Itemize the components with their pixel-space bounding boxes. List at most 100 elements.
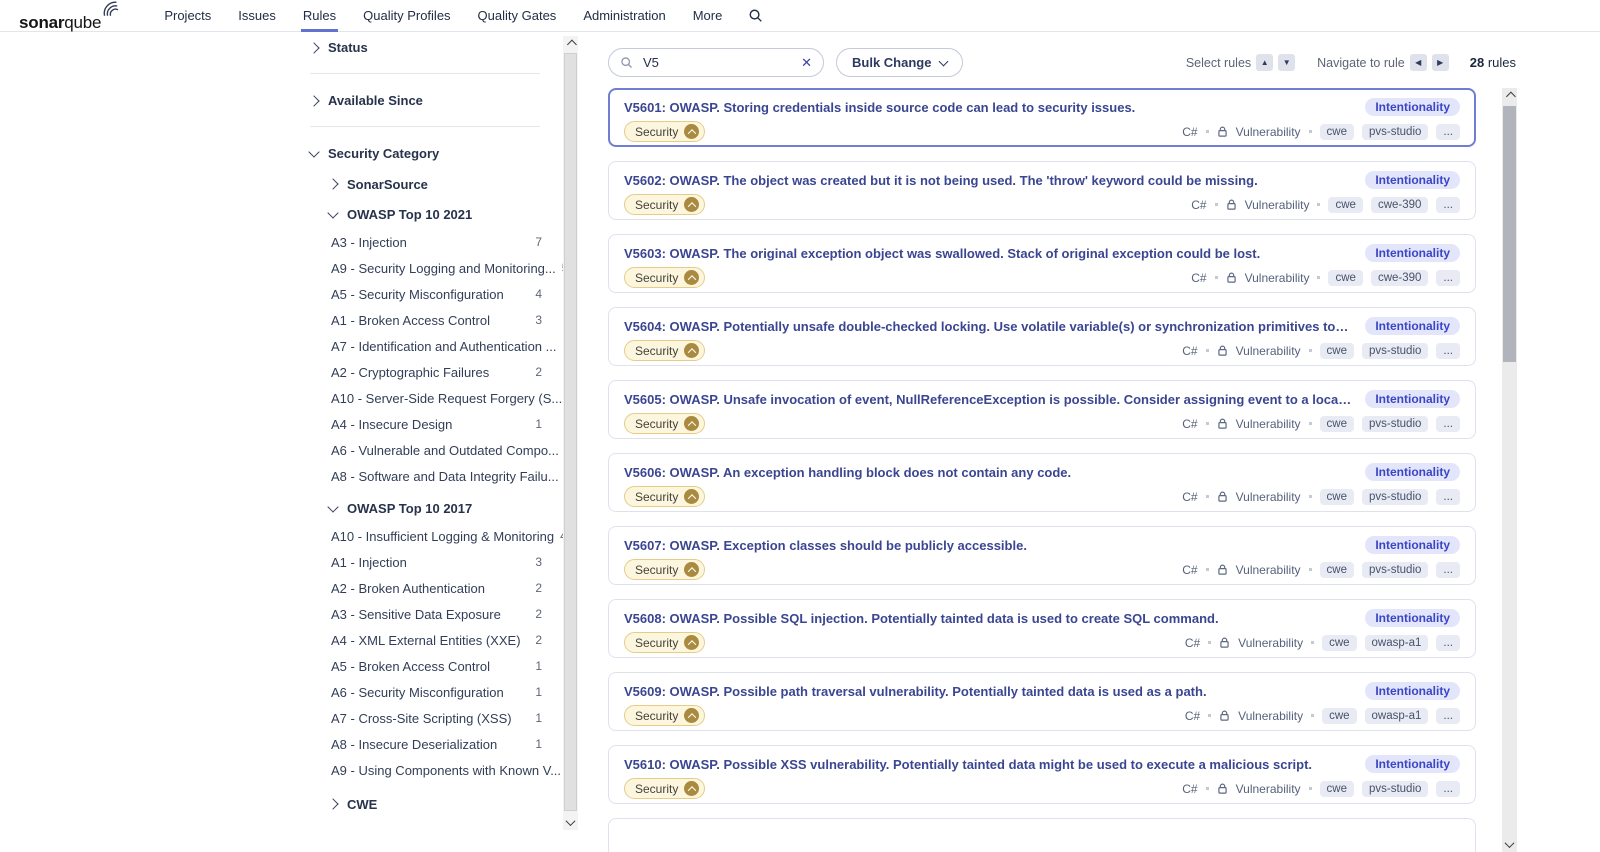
rule-title-link[interactable]: V5610: OWASP. Possible XSS vulnerability… — [624, 757, 1312, 772]
facet-value-a1-broken-access-control[interactable]: A1 - Broken Access Control 3 — [310, 307, 550, 333]
bulk-change-button[interactable]: Bulk Change — [836, 48, 964, 77]
rule-tag[interactable]: cwe — [1319, 123, 1354, 140]
facet-status[interactable]: Status — [308, 34, 550, 61]
rule-card[interactable]: V5610: OWASP. Possible XSS vulnerability… — [608, 745, 1476, 804]
rule-card[interactable]: V5603: OWASP. The original exception obj… — [608, 234, 1476, 293]
facet-available-since[interactable]: Available Since — [308, 87, 550, 114]
facet-value-a2-broken-authentication[interactable]: A2 - Broken Authentication 2 — [310, 575, 550, 601]
facet-value-a6-vulnerable-and-outdated-compo[interactable]: A6 - Vulnerable and Outdated Compo...1 — [310, 437, 572, 463]
facet-owasp-top-10-2017[interactable]: OWASP Top 10 2017 — [310, 493, 550, 523]
rule-tag[interactable]: cwe — [1322, 634, 1357, 651]
facet-value-a9-security-logging-and-monitoring[interactable]: A9 - Security Logging and Monitoring...5 — [310, 255, 568, 281]
facet-value-a7-identification-and-authentication[interactable]: A7 - Identification and Authentication .… — [310, 333, 569, 359]
rule-title-link[interactable]: V5604: OWASP. Potentially unsafe double-… — [624, 319, 1351, 334]
rules-search-box[interactable]: ✕ — [608, 48, 824, 77]
rule-title-link[interactable]: V5606: OWASP. An exception handling bloc… — [624, 465, 1071, 480]
select-previous-button[interactable]: ▲ — [1256, 54, 1274, 71]
sidebar-scrollbar-thumb[interactable] — [564, 53, 577, 811]
rule-tag[interactable]: cwe — [1322, 707, 1357, 724]
rule-tag[interactable]: pvs-studio — [1361, 488, 1429, 505]
rule-tag[interactable]: cwe — [1328, 196, 1363, 213]
rule-title-link[interactable]: V5609: OWASP. Possible path traversal vu… — [624, 684, 1207, 699]
rule-title-link[interactable]: V5607: OWASP. Exception classes should b… — [624, 538, 1027, 553]
rule-tag[interactable]: pvs-studio — [1361, 415, 1429, 432]
more-tags-button[interactable]: ... — [1436, 780, 1460, 797]
nav-item-quality-profiles[interactable]: Quality Profiles — [363, 0, 450, 31]
rule-tag[interactable]: cwe-390 — [1370, 196, 1429, 213]
rule-tag[interactable]: pvs-studio — [1361, 342, 1429, 359]
rule-title-link[interactable]: V5605: OWASP. Unsafe invocation of event… — [624, 392, 1351, 407]
rule-tag[interactable]: cwe — [1319, 342, 1354, 359]
scroll-up-icon[interactable] — [563, 36, 578, 52]
more-tags-button[interactable]: ... — [1436, 488, 1460, 505]
facet-owasp-top-10-2021[interactable]: OWASP Top 10 2021 — [310, 199, 550, 229]
facet-value-a8-insecure-deserialization[interactable]: A8 - Insecure Deserialization 1 — [310, 731, 550, 757]
rule-title-link[interactable]: V5602: OWASP. The object was created but… — [624, 173, 1258, 188]
navigate-next-button[interactable]: ▶ — [1431, 54, 1449, 71]
select-next-button[interactable]: ▼ — [1278, 54, 1296, 71]
sidebar-scrollbar[interactable] — [563, 36, 578, 830]
scroll-up-icon[interactable] — [1502, 88, 1517, 104]
nav-item-more[interactable]: More — [693, 0, 723, 31]
facet-value-a6-security-misconfiguration[interactable]: A6 - Security Misconfiguration 1 — [310, 679, 550, 705]
facet-value-a4-xml-external-entities-xxe[interactable]: A4 - XML External Entities (XXE) 2 — [310, 627, 550, 653]
rule-tag[interactable]: owasp-a1 — [1364, 634, 1429, 651]
clear-search-icon[interactable]: ✕ — [801, 56, 812, 69]
rule-tag[interactable]: cwe — [1328, 269, 1363, 286]
rule-card[interactable]: V5601: OWASP. Storing credentials inside… — [608, 88, 1476, 147]
more-tags-button[interactable]: ... — [1436, 342, 1460, 359]
rule-title-link[interactable]: V5603: OWASP. The original exception obj… — [624, 246, 1260, 261]
nav-item-rules[interactable]: Rules — [300, 0, 339, 32]
more-tags-button[interactable]: ... — [1436, 123, 1460, 140]
more-tags-button[interactable]: ... — [1436, 561, 1460, 578]
rule-card[interactable]: V5605: OWASP. Unsafe invocation of event… — [608, 380, 1476, 439]
facet-value-a8-software-and-data-integrity-failu[interactable]: A8 - Software and Data Integrity Failu..… — [310, 463, 571, 489]
nav-item-quality-gates[interactable]: Quality Gates — [478, 0, 557, 31]
facet-value-a7-cross-site-scripting-xss[interactable]: A7 - Cross-Site Scripting (XSS) 1 — [310, 705, 550, 731]
rule-tag[interactable]: cwe — [1319, 780, 1354, 797]
navigate-previous-button[interactable]: ◀ — [1409, 54, 1427, 71]
search-input[interactable] — [641, 54, 802, 71]
rule-card-partial[interactable] — [608, 818, 1476, 852]
sonarqube-logo[interactable]: sonarqube — [19, 0, 122, 31]
rule-tag[interactable]: cwe — [1319, 415, 1354, 432]
facet-value-a5-security-misconfiguration[interactable]: A5 - Security Misconfiguration 4 — [310, 281, 550, 307]
rule-tag[interactable]: owasp-a1 — [1364, 707, 1429, 724]
facet-value-a10-server-side-request-forgery-s[interactable]: A10 - Server-Side Request Forgery (S...1 — [310, 385, 575, 411]
facet-value-a1-injection[interactable]: A1 - Injection 3 — [310, 549, 550, 575]
facet-security-category[interactable]: Security Category — [308, 140, 550, 167]
rule-title-link[interactable]: V5601: OWASP. Storing credentials inside… — [624, 100, 1135, 115]
facet-value-a10-insufficient-logging-monitoring[interactable]: A10 - Insufficient Logging & Monitoring4 — [310, 523, 567, 549]
rule-card[interactable]: V5604: OWASP. Potentially unsafe double-… — [608, 307, 1476, 366]
more-tags-button[interactable]: ... — [1436, 707, 1460, 724]
nav-item-administration[interactable]: Administration — [583, 0, 665, 31]
rule-card[interactable]: V5608: OWASP. Possible SQL injection. Po… — [608, 599, 1476, 658]
scroll-down-icon[interactable] — [1502, 836, 1517, 852]
facet-value-a9-using-components-with-known-v[interactable]: A9 - Using Components with Known V...1 — [310, 757, 574, 783]
nav-search-icon[interactable] — [748, 8, 763, 23]
rule-tag[interactable]: pvs-studio — [1361, 561, 1429, 578]
rule-card[interactable]: V5606: OWASP. An exception handling bloc… — [608, 453, 1476, 512]
facet-value-a5-broken-access-control[interactable]: A5 - Broken Access Control 1 — [310, 653, 550, 679]
rule-tag[interactable]: pvs-studio — [1361, 123, 1429, 140]
facet-value-a2-cryptographic-failures[interactable]: A2 - Cryptographic Failures 2 — [310, 359, 550, 385]
facet-value-a3-sensitive-data-exposure[interactable]: A3 - Sensitive Data Exposure 2 — [310, 601, 550, 627]
rule-tag[interactable]: cwe — [1319, 488, 1354, 505]
rules-scrollbar[interactable] — [1502, 88, 1517, 852]
rule-card[interactable]: V5607: OWASP. Exception classes should b… — [608, 526, 1476, 585]
nav-item-issues[interactable]: Issues — [238, 0, 276, 31]
rule-title-link[interactable]: V5608: OWASP. Possible SQL injection. Po… — [624, 611, 1219, 626]
rules-scrollbar-thumb[interactable] — [1503, 106, 1516, 362]
facet-value-a4-insecure-design[interactable]: A4 - Insecure Design 1 — [310, 411, 550, 437]
rule-card[interactable]: V5602: OWASP. The object was created but… — [608, 161, 1476, 220]
rule-tag[interactable]: cwe — [1319, 561, 1354, 578]
nav-item-projects[interactable]: Projects — [164, 0, 211, 31]
facet-value-a3-injection[interactable]: A3 - Injection 7 — [310, 229, 550, 255]
rule-card[interactable]: V5609: OWASP. Possible path traversal vu… — [608, 672, 1476, 731]
more-tags-button[interactable]: ... — [1436, 415, 1460, 432]
more-tags-button[interactable]: ... — [1436, 634, 1460, 651]
rule-tag[interactable]: pvs-studio — [1361, 780, 1429, 797]
facet-sonarsource[interactable]: SonarSource — [310, 169, 550, 199]
more-tags-button[interactable]: ... — [1436, 196, 1460, 213]
facet-cwe[interactable]: CWE — [310, 789, 550, 819]
